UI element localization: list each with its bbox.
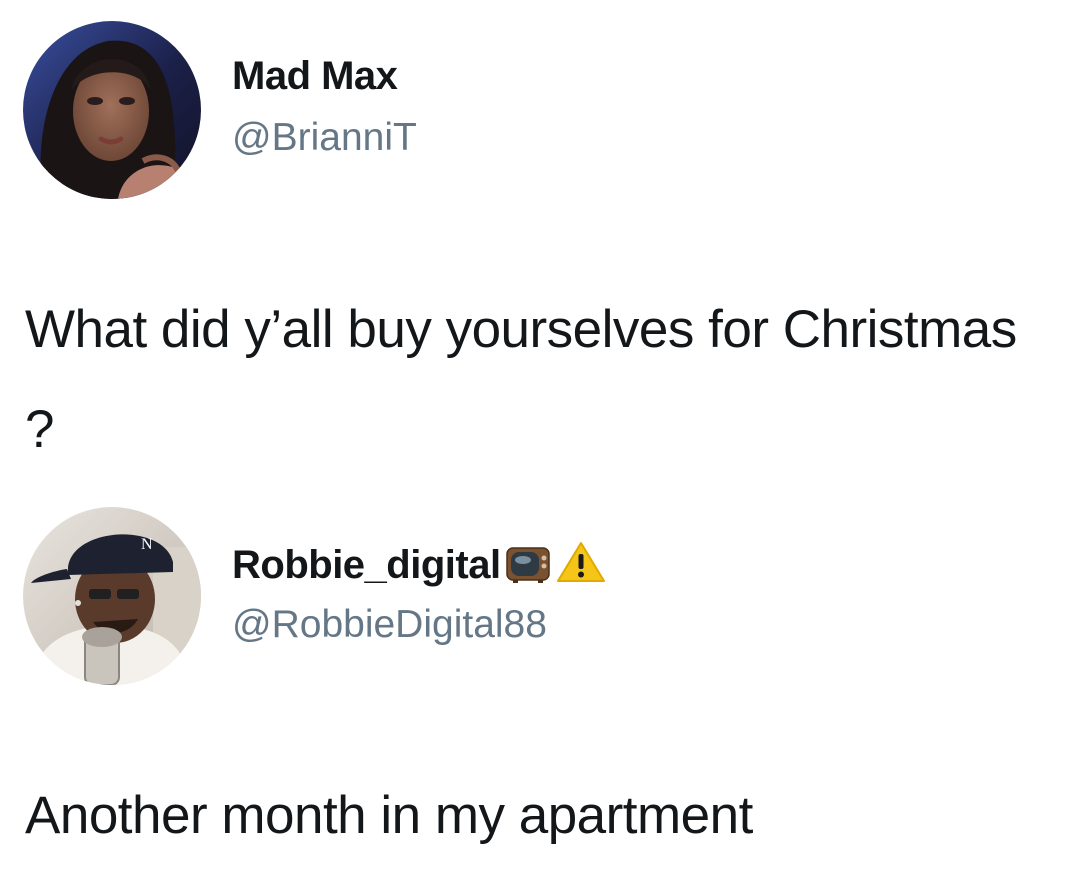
display-name-text: Robbie_digital	[232, 543, 501, 587]
display-name[interactable]: Mad Max	[232, 54, 398, 99]
svg-text:N: N	[141, 536, 153, 553]
user-handle[interactable]: @RobbieDigital88	[232, 603, 547, 647]
tweet-text: What did y’all buy yourselves for Christ…	[25, 300, 1017, 459]
display-name[interactable]: Robbie_digital	[232, 540, 607, 594]
television-icon	[505, 544, 551, 594]
avatar-mad-max[interactable]	[23, 21, 201, 199]
user-handle[interactable]: @BrianniT	[232, 116, 417, 160]
man-cap-microphone-avatar-icon: N	[23, 507, 201, 685]
tweet-text: Another month in my apartment	[25, 786, 753, 845]
warning-icon	[555, 540, 607, 594]
avatar-robbie-digital[interactable]: N	[23, 507, 201, 685]
woman-portrait-avatar-icon	[23, 21, 201, 199]
